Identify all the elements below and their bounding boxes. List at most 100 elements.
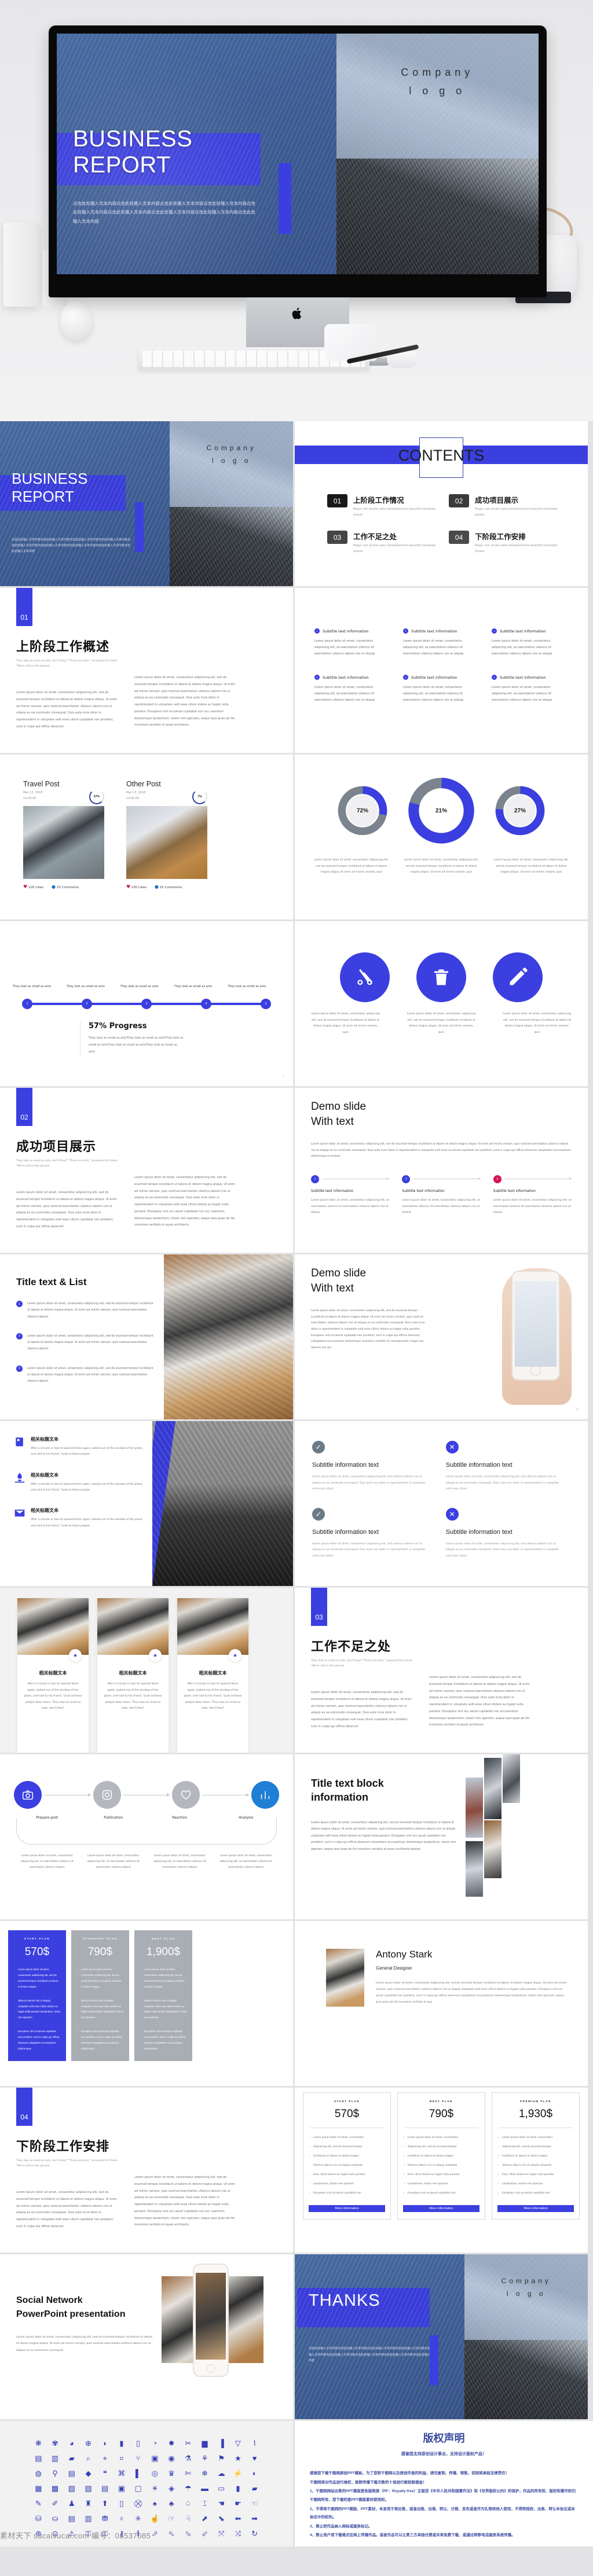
pricing-card[interactable]: BEST PLAN 790$ Lorem ipsum dolor sit ame… [397, 2092, 485, 2220]
company-logo-text: Company l o g o [464, 2275, 588, 2300]
process-body: Lorem ipsum dolor sit amet, consectetur … [87, 1854, 140, 1870]
icon-list-item: 相关标题文本 After a minute or two he opened t… [14, 1507, 147, 1529]
library-icon: ⛒ [134, 2499, 142, 2508]
plan-feature: ullamco laboris nisi ut aliquip voluptat… [140, 1997, 187, 2021]
step-title: Subtitle text information [493, 1188, 536, 1193]
contents-item[interactable]: 02 成功项目展示 Magic rain studio sales templa… [449, 494, 561, 518]
slide-profile[interactable]: Antony Stark General Designer Lorem ipsu… [295, 1921, 588, 2086]
timeline-node[interactable]: 3 [141, 999, 152, 1009]
library-icon: ▆ [202, 2439, 208, 2448]
photo-card[interactable]: ★ 相关标题文本 After a minute or two he opened… [17, 1598, 89, 1753]
library-icon: ▰ [68, 2454, 75, 2463]
slide-title-block[interactable]: Title text block information Lorem ipsum… [295, 1754, 588, 1919]
hero-left-panel: BUSINESS REPORT 点击此处输入文本内容点击此处输入文本内容点击此处… [57, 34, 336, 274]
pricing-column[interactable]: BEST PLAN 1,900$ Lorem ipsum dolor sit a… [134, 1930, 192, 2061]
slide-section-01[interactable]: 01 上阶段工作概述 They look as small as ants, d… [0, 588, 293, 753]
phone-screen [515, 1281, 557, 1367]
slide-title-list[interactable]: Title text & List 1 Lorem ipsum dolor si… [0, 1254, 293, 1419]
pricing-column[interactable]: START PLAN 570$ Lorem ipsum dolor sit am… [8, 1930, 66, 2061]
contents-item[interactable]: 01 上阶段工作情况 Magic rain studio sales templ… [327, 494, 440, 518]
slide-demo-phone[interactable]: Demo slide With text Lorem ipsum dolor s… [295, 1254, 588, 1419]
slide-donut-charts[interactable]: 72% 21% 27% Lorem ipsum dolor sit amet, … [295, 755, 588, 919]
plan-feature: Lorem ipsum dolor sit amet, consectetur … [76, 1966, 124, 1990]
more-information-button[interactable]: More information [497, 2205, 574, 2213]
pricing-column[interactable]: STANDART PLAN 790$ Lorem ipsum dolor sit… [71, 1930, 129, 2061]
copyright-line: 2、不得将千图网的PPT模版、PPT素材，本身用于再出售，或者出租、出借、转让、… [310, 2507, 575, 2520]
company-logo-line1: Company [401, 67, 474, 78]
slide-icon-list[interactable]: 相关标题文本 After a minute or two he opened t… [0, 1421, 293, 1586]
trash-icon[interactable] [416, 952, 466, 1002]
contents-item[interactable]: 03 工作不足之处 Magic rain studio sales templa… [327, 531, 440, 554]
donut-label: 21% [435, 807, 447, 814]
slide-process[interactable]: Prepare post Publication Reaction Analys… [0, 1754, 293, 1919]
library-icon: ☛ [235, 2499, 241, 2508]
check-item-body: Lorem ipsum dolor sit amet, consectetur … [445, 1542, 559, 1558]
library-icon: ◆ [85, 2469, 91, 2478]
timeline-node[interactable]: 5 [261, 999, 271, 1009]
contents-item[interactable]: 04 下阶段工作安排 Magic rain studio sales templ… [449, 531, 561, 554]
icon-list-body: After a minute or two he opened them aga… [31, 1482, 143, 1492]
more-information-button[interactable]: More information [309, 2205, 385, 2213]
slide-demo-steps[interactable]: Demo slide With text Lorem ipsum dolor s… [295, 1088, 588, 1253]
section-title: 成功项目展示 [16, 1140, 97, 1154]
copyright-line: 1、千图网网站出售的PPT模版是免版税类（RF：Royalty-free）正版受… [310, 2489, 576, 2502]
library-icon: ⊕ [85, 2439, 91, 2448]
photo-card[interactable]: ★ 相关标题文本 After a minute or two he opened… [177, 1598, 248, 1753]
timeline-node[interactable]: 1 [22, 999, 32, 1009]
section-subtitle: They look as small as ants, don't they?"… [311, 1659, 413, 1668]
slide-pricing-cards[interactable]: START PLAN 570$ Lorem ipsum dolor sit am… [295, 2088, 588, 2253]
slide-photo-cards[interactable]: ★ 相关标题文本 After a minute or two he opened… [0, 1588, 293, 1753]
copyright-subheading: 感谢您支持原创设计事业，支持设计版权产品！ [401, 2452, 486, 2456]
scissors-icon[interactable] [340, 952, 390, 1002]
library-icon: ⌕ [86, 2454, 91, 2463]
library-icon: ⚲ [52, 2469, 58, 2478]
slide-thanks[interactable]: THANKS 点击此处输入文本内容点击此处输入文本内容点击此处输入文本内容点击此… [295, 2254, 588, 2419]
plan-feature: Ullamco laboris nisi ut aliquip voluptat… [403, 2163, 479, 2168]
social-heading-line1: Social Network [16, 2295, 83, 2305]
plan-name: STANDART PLAN [83, 1937, 118, 1940]
section-col-2: Lorem ipsum dolor sit amet, consectetur … [134, 1176, 236, 1227]
slide-icon-circles[interactable]: Lorem ipsum dolor sit amet, consectetur … [295, 921, 588, 1086]
slide-section-03[interactable]: 03 工作不足之处 They look as small as ants, do… [295, 1588, 588, 1753]
pencil-icon[interactable] [493, 952, 543, 1002]
slide-section-02[interactable]: 02 成功项目展示 They look as small as ants, do… [0, 1088, 293, 1253]
post-likes: ♥ 100 Likes [23, 884, 43, 889]
library-icon: ⌇ [252, 2439, 257, 2448]
plan-feature: Incididunt ut labore et dolore magna [497, 2154, 574, 2159]
post-card: Travel Post Mar 13, 2018 14:00:05 67% ♥ … [23, 780, 104, 889]
timeline-labels: They look as small as ants They look as … [0, 921, 293, 988]
timeline-node[interactable]: 4 [201, 999, 211, 1009]
slide-check-grid[interactable]: ✓ Subtitle information text Lorem ipsum … [295, 1421, 588, 1586]
demo-body: Lorem ipsum dolor sit amet, consectetur … [311, 1309, 425, 1349]
copyright-line: 4、禁止用户用下载格式在网上传播作品。或者作品可以让第三方单独付费或共享免费下载… [310, 2533, 515, 2538]
slide-section-04[interactable]: 04 下阶段工作安排 They look as small as ants, d… [0, 2088, 293, 2253]
pricing-card[interactable]: PREMIUM PLAN 1,930$ Lorem ipsum dolor si… [492, 2092, 580, 2220]
photo-card[interactable]: ★ 相关标题文本 After a minute or two he opened… [97, 1598, 169, 1753]
icon-library-panel: ❋ ✾ ◕ ⊕ ◗ ▮ ▯ ◔ ✹ ✂ ▆ ▐ ▽ ⌇ ▤ ▥ ▰ ⌕ ⌖ ⌗ ⑂ ▣ ◉ ⚗ ⚘ ⚑ ★ ♥ ◍ ⚲ ▤ ◆ ❝ ⌘ ▌ ◎ ♛ ✄ ❄ ☁… [0, 2421, 293, 2546]
library-icon: ♛ [168, 2469, 175, 2478]
slide-contents[interactable]: CONTENTS 01 上阶段工作情况 Magic rain studio sa… [295, 421, 588, 586]
section-col-2: Lorem ipsum dolor sit amet, consectetur … [429, 1676, 530, 1727]
slide-title[interactable]: BUSINESS REPORT 点击此处输入文本内容点击此处输入文本内容点击此处… [0, 421, 293, 586]
step-body: Lorem ipsum dolor sit amet, consectetur … [311, 1198, 389, 1215]
slide-posts[interactable]: Travel Post Mar 13, 2018 14:00:05 67% ♥ … [0, 755, 293, 919]
library-icon: ☜ [251, 2499, 258, 2508]
slide-timeline[interactable]: They look as small as ants They look as … [0, 921, 293, 1086]
slide-pricing-flat[interactable]: START PLAN 570$ Lorem ipsum dolor sit am… [0, 1921, 293, 2086]
process-loop-arrow [16, 1818, 277, 1845]
timeline-node[interactable]: 2 [82, 999, 92, 1009]
slide-six-grid[interactable]: 1 Subtitle text information Lorem ipsum … [295, 588, 588, 753]
six-item-title: Subtitle text information [323, 675, 369, 680]
section-number: 02 [16, 1088, 32, 1126]
plan-feature: Esse cillum dolore eu fugiat nulla paria… [309, 2172, 385, 2177]
avatar [326, 1949, 364, 2007]
donut-chart-3: 27% [493, 783, 547, 838]
plan-feature: Excepteur sint occaecat cupidatat non [403, 2191, 479, 2196]
library-icon: ⬊ [218, 2514, 225, 2523]
icon-circle-caption: Lorem ipsum dolor sit amet, consectetur … [503, 1013, 572, 1034]
pricing-card[interactable]: START PLAN 570$ Lorem ipsum dolor sit am… [303, 2092, 391, 2220]
slide-social-network[interactable]: Social Network PowerPoint presentation L… [0, 2254, 293, 2419]
plan-name: BEST PLAN [152, 1937, 175, 1940]
more-information-button[interactable]: More information [403, 2205, 479, 2213]
bullet-number-icon: 2 [16, 1333, 23, 1339]
